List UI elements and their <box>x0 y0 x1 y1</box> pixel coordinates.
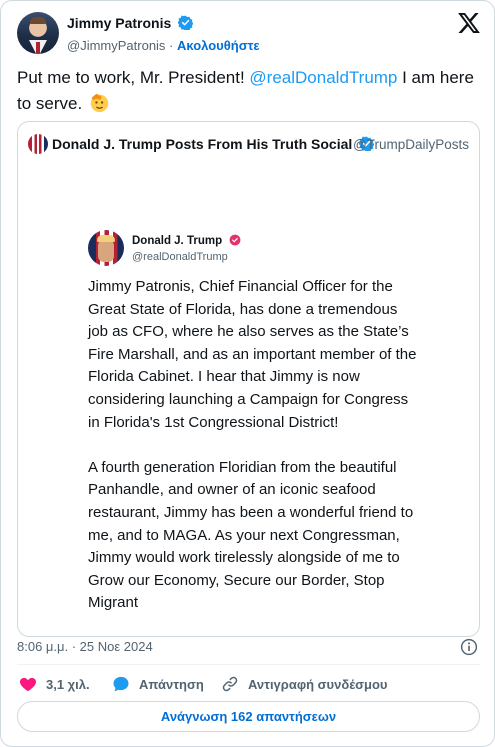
follow-link[interactable]: Ακολουθήστε <box>177 38 260 53</box>
read-replies-button[interactable]: Ανάγνωση 162 απαντήσεων <box>17 701 480 732</box>
author-handle[interactable]: @JimmyPatronis <box>67 38 165 53</box>
author-handle-row: @JimmyPatronis · Ακολουθήστε <box>67 38 260 53</box>
link-icon <box>222 676 238 692</box>
inner-verified-badge-icon <box>229 234 241 246</box>
tweet-text: Put me to work, Mr. President! @realDona… <box>17 65 477 117</box>
reply-bubble-icon <box>113 676 129 692</box>
like-button[interactable]: 3,1 χιλ. <box>19 674 90 694</box>
quoted-avatar <box>28 134 48 154</box>
quoted-author-name: Donald J. Trump Posts From His Truth Soc… <box>52 136 375 152</box>
quoted-author-handle: @TrumpDailyPosts <box>353 137 469 152</box>
avatar-tie <box>36 42 40 54</box>
quoted-tweet[interactable]: Donald J. Trump Posts From His Truth Soc… <box>17 121 480 637</box>
quoted-author-name-text: Donald J. Trump Posts From His Truth Soc… <box>52 136 353 152</box>
copy-link-label: Αντιγραφή συνδέσμου <box>248 676 388 692</box>
inner-post-paragraph-1: Jimmy Patronis, Chief Financial Officer … <box>88 278 417 431</box>
inner-post-paragraph-2: A fourth generation Floridian from the b… <box>88 458 414 612</box>
inner-post-name: Donald J. Trump <box>132 235 223 247</box>
saluting-face-icon <box>90 93 109 113</box>
heart-icon <box>20 677 36 692</box>
info-icon[interactable] <box>460 638 478 656</box>
author-name-row[interactable]: Jimmy Patronis <box>67 15 194 31</box>
inner-post-body: Jimmy Patronis, Chief Financial Officer … <box>88 276 418 636</box>
mention-link[interactable]: @realDonaldTrump <box>249 68 397 87</box>
inner-post-handle: @realDonaldTrump <box>132 251 228 263</box>
inner-avatar-hair <box>97 235 115 242</box>
author-name[interactable]: Jimmy Patronis <box>67 15 171 31</box>
embedded-tweet-card: Jimmy Patronis @JimmyPatronis · Ακολουθή… <box>0 0 495 747</box>
copy-link-button[interactable]: Αντιγραφή συνδέσμου <box>221 674 387 694</box>
handle-separator: · <box>165 38 177 53</box>
inner-post-name-row: Donald J. Trump <box>132 234 241 247</box>
footer-divider <box>17 664 480 665</box>
x-logo-icon[interactable] <box>458 13 480 33</box>
avatar-hair <box>30 17 46 24</box>
tweet-timestamp[interactable]: 8:06 μ.μ. · 25 Νοε 2024 <box>17 639 153 654</box>
verified-badge-icon <box>178 15 194 30</box>
reply-button[interactable]: Απάντηση <box>112 674 204 694</box>
author-avatar[interactable] <box>17 12 59 54</box>
reply-label: Απάντηση <box>139 676 204 692</box>
action-bar: 3,1 χιλ. Απάντηση Αντιγραφή συνδέσμου <box>17 674 480 694</box>
tweet-text-start: Put me to work, Mr. President! <box>17 68 250 87</box>
inner-post-avatar <box>88 230 124 266</box>
like-count: 3,1 χιλ. <box>46 676 90 692</box>
